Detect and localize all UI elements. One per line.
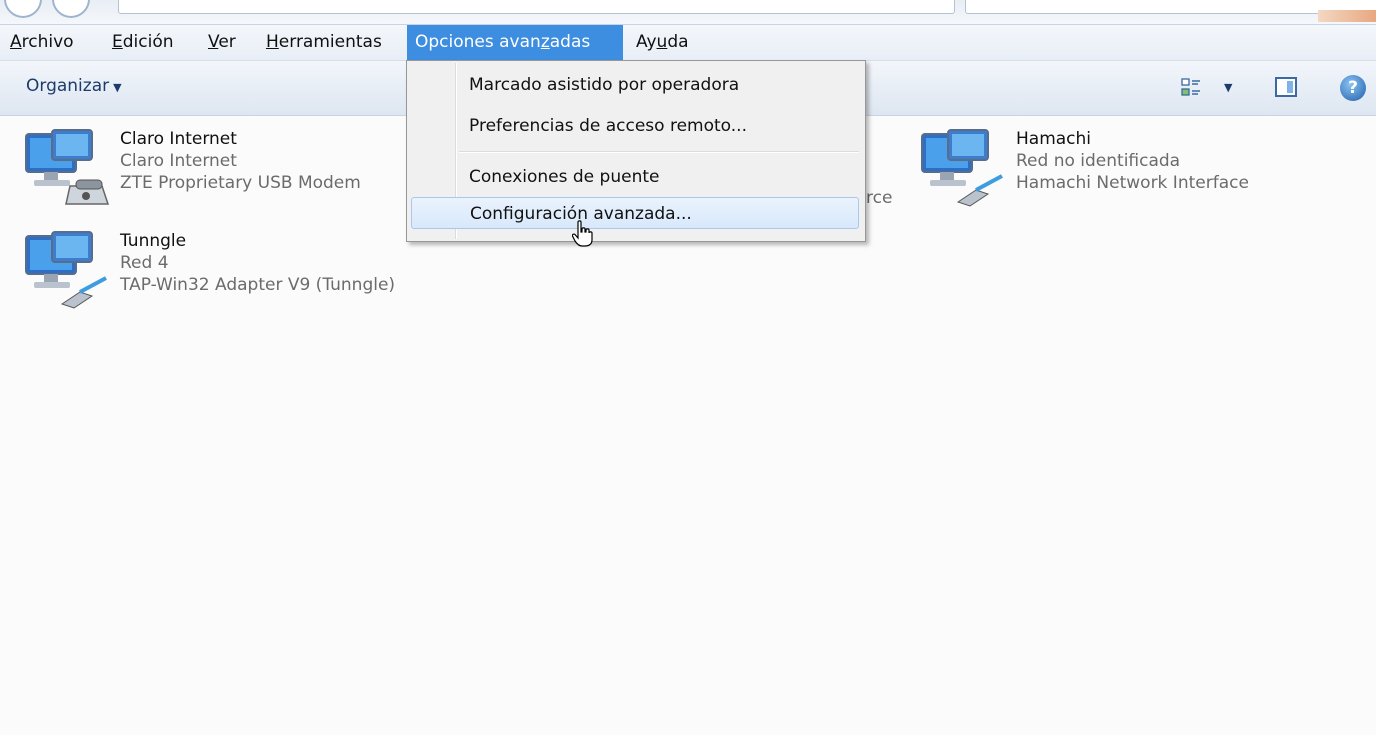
chevron-down-icon: ▼: [113, 81, 122, 94]
search-accent: [1318, 10, 1376, 22]
menu-opciones-avanzadas[interactable]: Opciones avanzadas: [407, 25, 623, 60]
connection-device: ZTE Proprietary USB Modem: [120, 173, 361, 193]
connection-status: Claro Internet: [120, 151, 237, 171]
menu-item-label: Preferencias de acceso remoto...: [469, 116, 747, 136]
hand-cursor-icon: [572, 220, 593, 247]
view-options-dropdown[interactable]: ▼: [1224, 81, 1232, 94]
menu-herramientas[interactable]: Herramientas: [258, 25, 390, 60]
change-view-icon[interactable]: [1180, 77, 1202, 99]
connection-status: Red no identificada: [1016, 151, 1181, 171]
organize-label: Organizar: [26, 76, 110, 96]
menu-item-marcado-asistido[interactable]: Marcado asistido por operadora: [409, 69, 863, 101]
menu-edicion[interactable]: Edición: [104, 25, 182, 60]
address-input[interactable]: [118, 0, 955, 14]
connection-name: Claro Internet: [120, 129, 237, 149]
menu-archivo[interactable]: Archivo: [2, 25, 82, 60]
help-icon[interactable]: ?: [1340, 75, 1366, 101]
connection-name: Hamachi: [1016, 129, 1092, 149]
menu-item-label: Marcado asistido por operadora: [469, 75, 740, 95]
menu-item-conexiones-de-puente[interactable]: Conexiones de puente: [409, 161, 863, 193]
opciones-avanzadas-menu: Marcado asistido por operadora Preferenc…: [406, 60, 866, 242]
menu-separator: [459, 151, 859, 153]
menu-ver[interactable]: Ver: [200, 25, 244, 60]
connection-device: TAP-Win32 Adapter V9 (Tunngle): [120, 275, 396, 295]
menu-ayuda[interactable]: Ayuda: [628, 25, 697, 60]
dialup-modem-icon: [25, 129, 110, 205]
forward-button[interactable]: [52, 0, 90, 18]
menu-item-preferencias-acceso-remoto[interactable]: Preferencias de acceso remoto...: [409, 110, 863, 142]
organize-button[interactable]: Organizar ▼: [26, 76, 122, 96]
network-cable-icon: [921, 129, 1003, 207]
connection-name: Tunngle: [120, 231, 187, 251]
menu-bar: Archivo Edición Ver Herramientas Opcione…: [0, 25, 1376, 61]
connection-device: Hamachi Network Interface: [1016, 173, 1249, 193]
connection-status: Red 4: [120, 253, 169, 273]
hidden-connection-device-fragment: rce: [866, 188, 893, 208]
menu-item-label: Conexiones de puente: [469, 167, 660, 187]
menu-item-configuracion-avanzada[interactable]: Configuración avanzada...: [411, 197, 859, 229]
back-button[interactable]: [4, 0, 42, 18]
network-cable-icon: [25, 231, 107, 309]
preview-pane-icon[interactable]: [1275, 77, 1297, 97]
search-input[interactable]: [965, 0, 1376, 14]
address-bar-strip: [0, 0, 1376, 25]
